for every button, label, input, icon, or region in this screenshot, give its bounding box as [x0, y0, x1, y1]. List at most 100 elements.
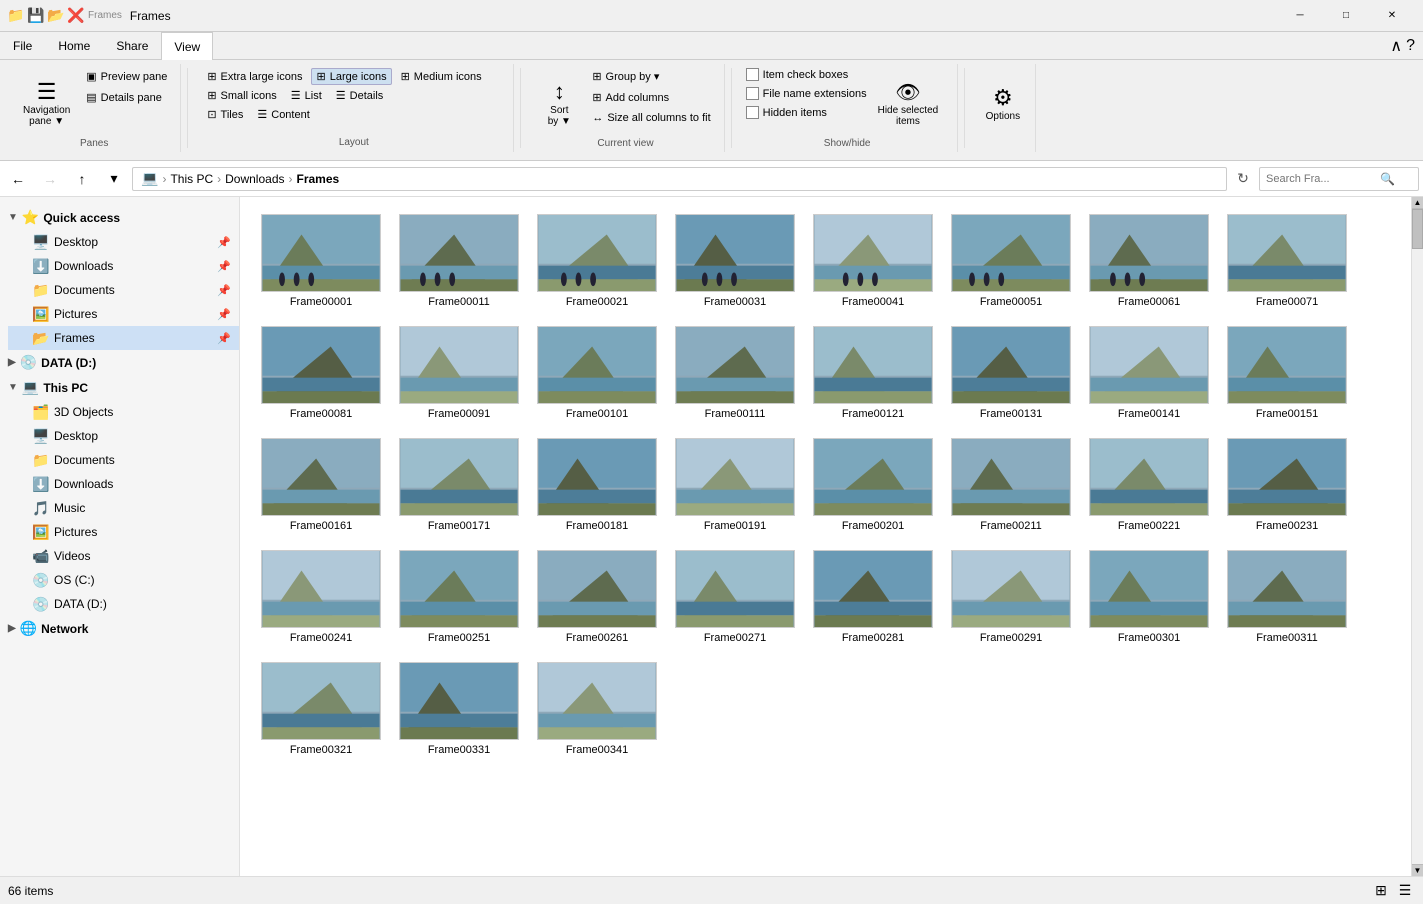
sidebar-item-frames-qa[interactable]: 📂 Frames 📌 [8, 326, 239, 350]
sidebar-item-desktop-qa[interactable]: 🖥️ Desktop 📌 [8, 230, 239, 254]
large-icons-button[interactable]: ⊞ Large icons [311, 68, 391, 85]
file-item[interactable]: Frame00131 [946, 321, 1076, 425]
sidebar-item-3d-objects[interactable]: 🗂️ 3D Objects [8, 400, 239, 424]
sidebar-item-downloads-pc[interactable]: ⬇️ Downloads [8, 472, 239, 496]
back-button[interactable]: ← [4, 165, 32, 193]
file-item[interactable]: Frame00321 [256, 657, 386, 761]
close-button[interactable]: ✕ [1369, 0, 1415, 32]
tab-share[interactable]: Share [103, 32, 161, 59]
file-name-extensions-checkbox[interactable] [746, 87, 759, 100]
sort-by-button[interactable]: ↕ Sortby ▼ [535, 68, 583, 138]
sidebar-item-desktop-pc[interactable]: 🖥️ Desktop [8, 424, 239, 448]
file-item[interactable]: Frame00121 [808, 321, 938, 425]
file-item[interactable]: Frame00161 [256, 433, 386, 537]
sidebar-item-downloads-qa[interactable]: ⬇️ Downloads 📌 [8, 254, 239, 278]
file-item[interactable]: Frame00041 [808, 209, 938, 313]
file-item[interactable]: Frame00091 [394, 321, 524, 425]
scroll-track[interactable] [1412, 209, 1423, 864]
details-button[interactable]: ☰ Details [331, 87, 389, 104]
file-item[interactable]: Frame00211 [946, 433, 1076, 537]
sidebar-item-music-pc[interactable]: 🎵 Music [8, 496, 239, 520]
item-check-boxes-checkbox[interactable] [746, 68, 759, 81]
file-item[interactable]: Frame00251 [394, 545, 524, 649]
file-item[interactable]: Frame00221 [1084, 433, 1214, 537]
ribbon-collapse-button[interactable]: ∧ [1390, 36, 1402, 56]
file-item[interactable]: Frame00101 [532, 321, 662, 425]
forward-button[interactable]: → [36, 165, 64, 193]
file-item[interactable]: Frame00301 [1084, 545, 1214, 649]
medium-icons-button[interactable]: ⊞ Medium icons [396, 68, 487, 85]
file-item[interactable]: Frame00271 [670, 545, 800, 649]
tab-file[interactable]: File [0, 32, 45, 59]
tiles-button[interactable]: ⊡ Tiles [202, 106, 248, 123]
hide-selected-button[interactable]: 👁 Hide selecteditems [875, 68, 942, 138]
hidden-items-checkbox[interactable] [746, 106, 759, 119]
file-item[interactable]: Frame00241 [256, 545, 386, 649]
sidebar-item-pictures-pc[interactable]: 🖼️ Pictures [8, 520, 239, 544]
file-item[interactable]: Frame00071 [1222, 209, 1352, 313]
file-item[interactable]: Frame00341 [532, 657, 662, 761]
file-item[interactable]: Frame00081 [256, 321, 386, 425]
tab-home[interactable]: Home [45, 32, 103, 59]
file-item[interactable]: Frame00311 [1222, 545, 1352, 649]
file-item[interactable]: Frame00151 [1222, 321, 1352, 425]
path-frames[interactable]: Frames [297, 172, 340, 186]
recent-locations-button[interactable]: ▾ [100, 165, 128, 193]
scroll-thumb[interactable] [1412, 209, 1423, 249]
group-by-button[interactable]: ⊞ Group by ▾ [587, 68, 715, 85]
sidebar-item-documents-qa[interactable]: 📁 Documents 📌 [8, 278, 239, 302]
file-item[interactable]: Frame00281 [808, 545, 938, 649]
navigation-pane-button[interactable]: ☰ Navigationpane ▼ [16, 68, 77, 138]
file-item[interactable]: Frame00331 [394, 657, 524, 761]
details-pane-button[interactable]: ▤ Details pane [81, 89, 172, 106]
scrollbar[interactable]: ▲ ▼ [1411, 197, 1423, 876]
file-item[interactable]: Frame00061 [1084, 209, 1214, 313]
sidebar-item-videos-pc[interactable]: 📹 Videos [8, 544, 239, 568]
sidebar-item-this-pc[interactable]: ▼ 💻 This PC [0, 375, 239, 400]
address-path[interactable]: 💻 › This PC › Downloads › Frames [132, 167, 1227, 191]
file-item[interactable]: Frame00171 [394, 433, 524, 537]
minimize-button[interactable]: ─ [1277, 0, 1323, 32]
file-item[interactable]: Frame00051 [946, 209, 1076, 313]
extra-large-icons-button[interactable]: ⊞ Extra large icons [202, 68, 307, 85]
content-button[interactable]: ☰ Content [252, 106, 314, 123]
refresh-button[interactable]: ↻ [1231, 167, 1255, 191]
path-downloads[interactable]: Downloads [225, 172, 284, 186]
sidebar-item-quick-access[interactable]: ▼ ⭐ Quick access [0, 205, 239, 230]
list-button[interactable]: ☰ List [286, 87, 327, 104]
sidebar-item-os-c[interactable]: 💿 OS (C:) [8, 568, 239, 592]
scroll-down-button[interactable]: ▼ [1412, 864, 1423, 876]
file-item[interactable]: Frame00021 [532, 209, 662, 313]
path-this-pc[interactable]: This PC [170, 172, 213, 186]
file-item[interactable]: Frame00201 [808, 433, 938, 537]
small-icons-button[interactable]: ⊞ Small icons [202, 87, 281, 104]
sidebar-item-data-d-pc[interactable]: 💿 DATA (D:) [8, 592, 239, 616]
file-item[interactable]: Frame00191 [670, 433, 800, 537]
file-item[interactable]: Frame00141 [1084, 321, 1214, 425]
preview-pane-button[interactable]: ▣ Preview pane [81, 68, 172, 85]
scroll-up-button[interactable]: ▲ [1412, 197, 1423, 209]
file-item[interactable]: Frame00261 [532, 545, 662, 649]
file-item[interactable]: Frame00011 [394, 209, 524, 313]
sidebar-item-documents-pc[interactable]: 📁 Documents [8, 448, 239, 472]
options-button[interactable]: ⚙ Options [979, 68, 1027, 138]
file-item[interactable]: Frame00291 [946, 545, 1076, 649]
up-button[interactable]: ↑ [68, 165, 96, 193]
tab-view[interactable]: View [161, 32, 213, 60]
sidebar-item-network[interactable]: ▶ 🌐 Network [0, 616, 239, 641]
search-box[interactable]: 🔍 [1259, 167, 1419, 191]
add-columns-button[interactable]: ⊞ Add columns [587, 89, 715, 106]
search-input[interactable] [1266, 173, 1376, 185]
help-button[interactable]: ? [1406, 37, 1415, 55]
size-columns-button[interactable]: ↔ Size all columns to fit [587, 110, 715, 126]
maximize-button[interactable]: □ [1323, 0, 1369, 32]
grid-view-button[interactable]: ⊞ [1371, 881, 1391, 901]
file-item[interactable]: Frame00111 [670, 321, 800, 425]
sidebar-item-pictures-qa[interactable]: 🖼️ Pictures 📌 [8, 302, 239, 326]
sidebar-item-data-d[interactable]: ▶ 💿 DATA (D:) [0, 350, 239, 375]
file-item[interactable]: Frame00231 [1222, 433, 1352, 537]
file-item[interactable]: Frame00181 [532, 433, 662, 537]
file-item[interactable]: Frame00031 [670, 209, 800, 313]
list-view-button[interactable]: ☰ [1395, 881, 1415, 901]
file-item[interactable]: Frame00001 [256, 209, 386, 313]
